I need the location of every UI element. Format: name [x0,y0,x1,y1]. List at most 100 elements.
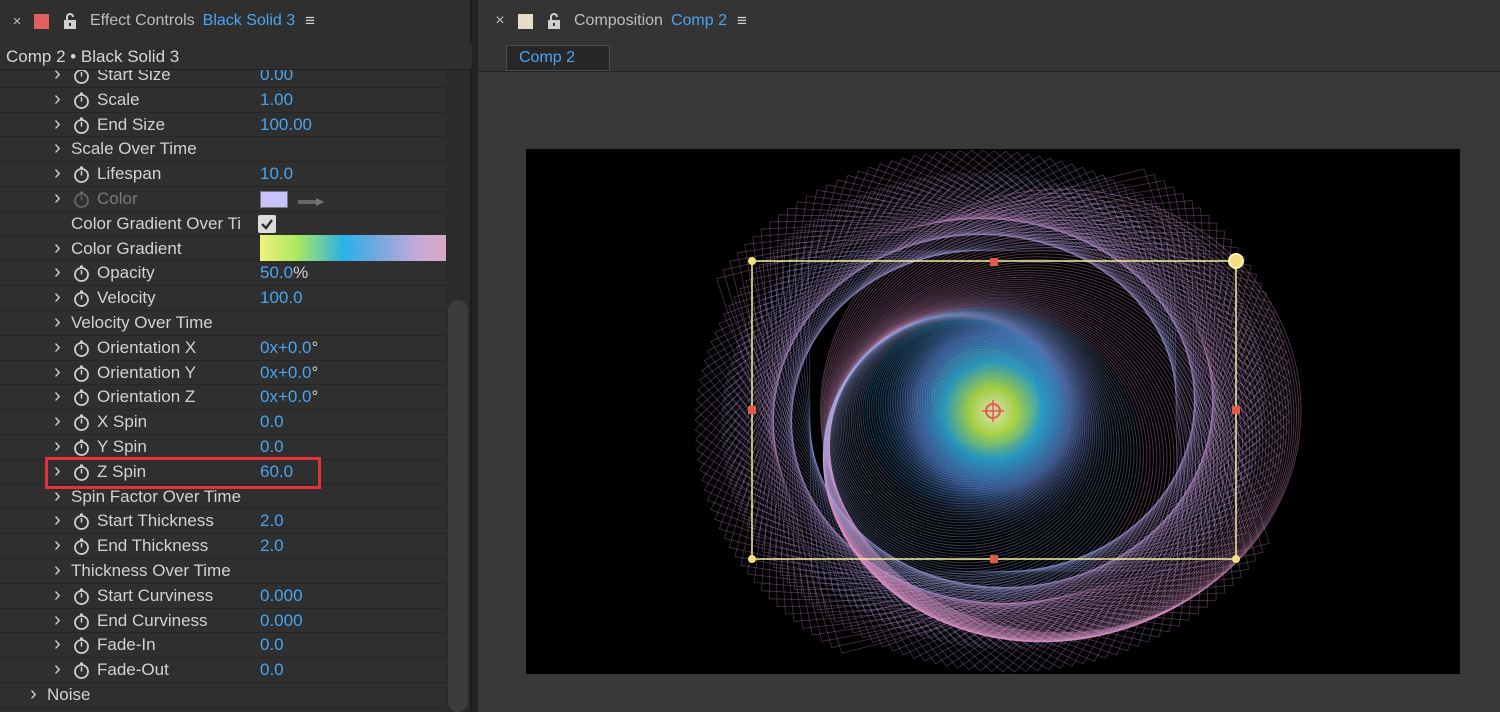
eyedropper-icon[interactable] [296,192,326,206]
chevron-right-icon[interactable]: › [54,237,61,259]
property-value-text[interactable]: 0.0 [260,660,284,679]
property-value[interactable]: 2.0 [260,509,284,533]
chevron-right-icon[interactable]: › [54,187,61,209]
stopwatch-icon[interactable] [73,92,90,109]
chevron-right-icon[interactable]: › [54,286,61,308]
chevron-right-icon[interactable]: › [54,88,61,110]
property-value[interactable]: 0.0 [260,633,284,657]
stopwatch-icon[interactable] [73,513,90,531]
property-row-orientation-y[interactable]: › Orientation Y 0x+0.0° [0,361,446,386]
stopwatch-icon[interactable] [73,290,90,308]
property-row-scale[interactable]: › Scale 1.00 [0,88,446,113]
property-value[interactable]: 0.000 [260,609,303,633]
property-row-lifespan[interactable]: › Lifespan 10.0 [0,162,446,187]
label-color-swatch[interactable] [518,13,533,29]
stopwatch-icon[interactable] [73,439,90,456]
chevron-right-icon[interactable]: › [54,261,61,283]
property-value[interactable]: 1.00 [260,88,293,112]
property-row-end-curviness[interactable]: › End Curviness 0.000 [0,609,446,634]
layer-name-dropdown[interactable]: Black Solid 3 [203,12,296,30]
property-row-scale-over-time[interactable]: › Scale Over Time [0,137,446,163]
chevron-right-icon[interactable]: › [54,658,61,680]
property-row-color-gradient[interactable]: › Color Gradient [0,234,446,262]
property-value-text[interactable]: 0.0 [260,437,284,456]
property-row-end-size[interactable]: › End Size 100.00 [0,113,446,138]
property-row-velocity-over-time[interactable]: › Velocity Over Time [0,311,446,336]
stopwatch-icon[interactable] [73,191,90,208]
property-value[interactable]: 0x+0.0° [260,336,318,360]
property-row-noise[interactable]: › Noise [0,683,446,708]
property-value[interactable]: 0.0 [260,435,284,459]
property-value[interactable]: 0.000 [260,584,303,608]
property-value[interactable]: 100.0 [260,286,303,310]
composition-viewer[interactable] [478,72,1500,712]
chevron-right-icon[interactable]: › [54,361,61,383]
stopwatch-icon[interactable] [73,166,90,184]
property-value-text[interactable]: 1.00 [260,90,293,109]
property-value-text[interactable]: 0x+0.0 [260,387,312,406]
property-value[interactable]: 100.00 [260,113,312,137]
property-row-fade-out[interactable]: › Fade-Out 0.0 [0,658,446,683]
label-color-swatch[interactable] [34,13,49,29]
stopwatch-icon[interactable] [73,538,90,556]
property-value-text[interactable]: 0.0 [260,412,284,431]
comp-name-dropdown[interactable]: Comp 2 [671,12,727,30]
property-value-text[interactable]: 100.00 [260,115,312,134]
property-row-start-thickness[interactable]: › Start Thickness 2.0 [0,509,446,535]
property-value-text[interactable]: 50.0 [260,263,293,282]
gradient-ramp[interactable] [260,234,446,261]
panel-menu-icon[interactable]: ≡ [305,11,315,31]
checkbox[interactable] [258,214,276,233]
property-value[interactable]: 0.0 [260,410,284,434]
stopwatch-icon[interactable] [73,637,90,655]
chevron-right-icon[interactable]: › [54,336,61,358]
chevron-right-icon[interactable]: › [54,584,61,606]
scrollbar-thumb[interactable] [448,300,468,712]
property-value-text[interactable]: 0x+0.0 [260,338,312,357]
chevron-right-icon[interactable]: › [54,113,61,135]
chevron-right-icon[interactable]: › [54,534,61,556]
property-value[interactable]: 50.0% [260,261,308,285]
property-value[interactable]: 0x+0.0° [260,385,318,409]
property-value[interactable]: 0.0 [260,658,284,682]
unlock-icon[interactable] [63,13,77,29]
stopwatch-icon[interactable] [73,613,90,630]
property-row-thickness-over-time[interactable]: › Thickness Over Time [0,559,446,584]
stopwatch-icon[interactable] [73,389,90,407]
chevron-right-icon[interactable]: › [54,311,61,333]
property-row-velocity[interactable]: › Velocity 100.0 [0,286,446,311]
stopwatch-icon[interactable] [73,414,90,432]
property-value-text[interactable]: 0.000 [260,611,303,630]
property-value-text[interactable]: 0.0 [260,635,284,654]
property-row-color[interactable]: › Color [0,187,446,212]
property-row-color-gradient-over-ti[interactable]: Color Gradient Over Ti [0,212,446,237]
chevron-right-icon[interactable]: › [54,559,61,581]
stopwatch-icon[interactable] [73,340,90,357]
chevron-right-icon[interactable]: › [30,683,37,705]
property-value[interactable]: 10.0 [260,162,293,186]
property-value-text[interactable]: 10.0 [260,164,293,183]
property-row-opacity[interactable]: › Opacity 50.0% [0,261,446,287]
property-row-fade-in[interactable]: › Fade-In 0.0 [0,633,446,659]
composition-canvas[interactable] [526,149,1460,674]
property-value[interactable]: 2.0 [260,534,284,558]
stopwatch-icon[interactable] [73,588,90,605]
property-value-text[interactable]: 0.000 [260,586,303,605]
stopwatch-icon[interactable] [73,117,90,134]
property-row-orientation-z[interactable]: › Orientation Z 0x+0.0° [0,385,446,411]
chevron-right-icon[interactable]: › [54,162,61,184]
chevron-right-icon[interactable]: › [54,385,61,407]
stopwatch-icon[interactable] [73,265,90,283]
unlock-icon[interactable] [547,13,561,29]
close-panel-button[interactable]: × [488,12,512,30]
property-row-start-curviness[interactable]: › Start Curviness 0.000 [0,584,446,609]
chevron-right-icon[interactable]: › [54,137,61,159]
close-panel-button[interactable]: × [0,13,34,30]
tab-comp-2[interactable]: Comp 2 [506,45,610,71]
property-row-x-spin[interactable]: › X Spin 0.0 [0,410,446,435]
property-row-end-thickness[interactable]: › End Thickness 2.0 [0,534,446,559]
property-value[interactable]: 0x+0.0° [260,361,318,385]
panel-menu-icon[interactable]: ≡ [737,11,747,31]
stopwatch-icon[interactable] [73,662,90,680]
property-row-orientation-x[interactable]: › Orientation X 0x+0.0° [0,336,446,361]
